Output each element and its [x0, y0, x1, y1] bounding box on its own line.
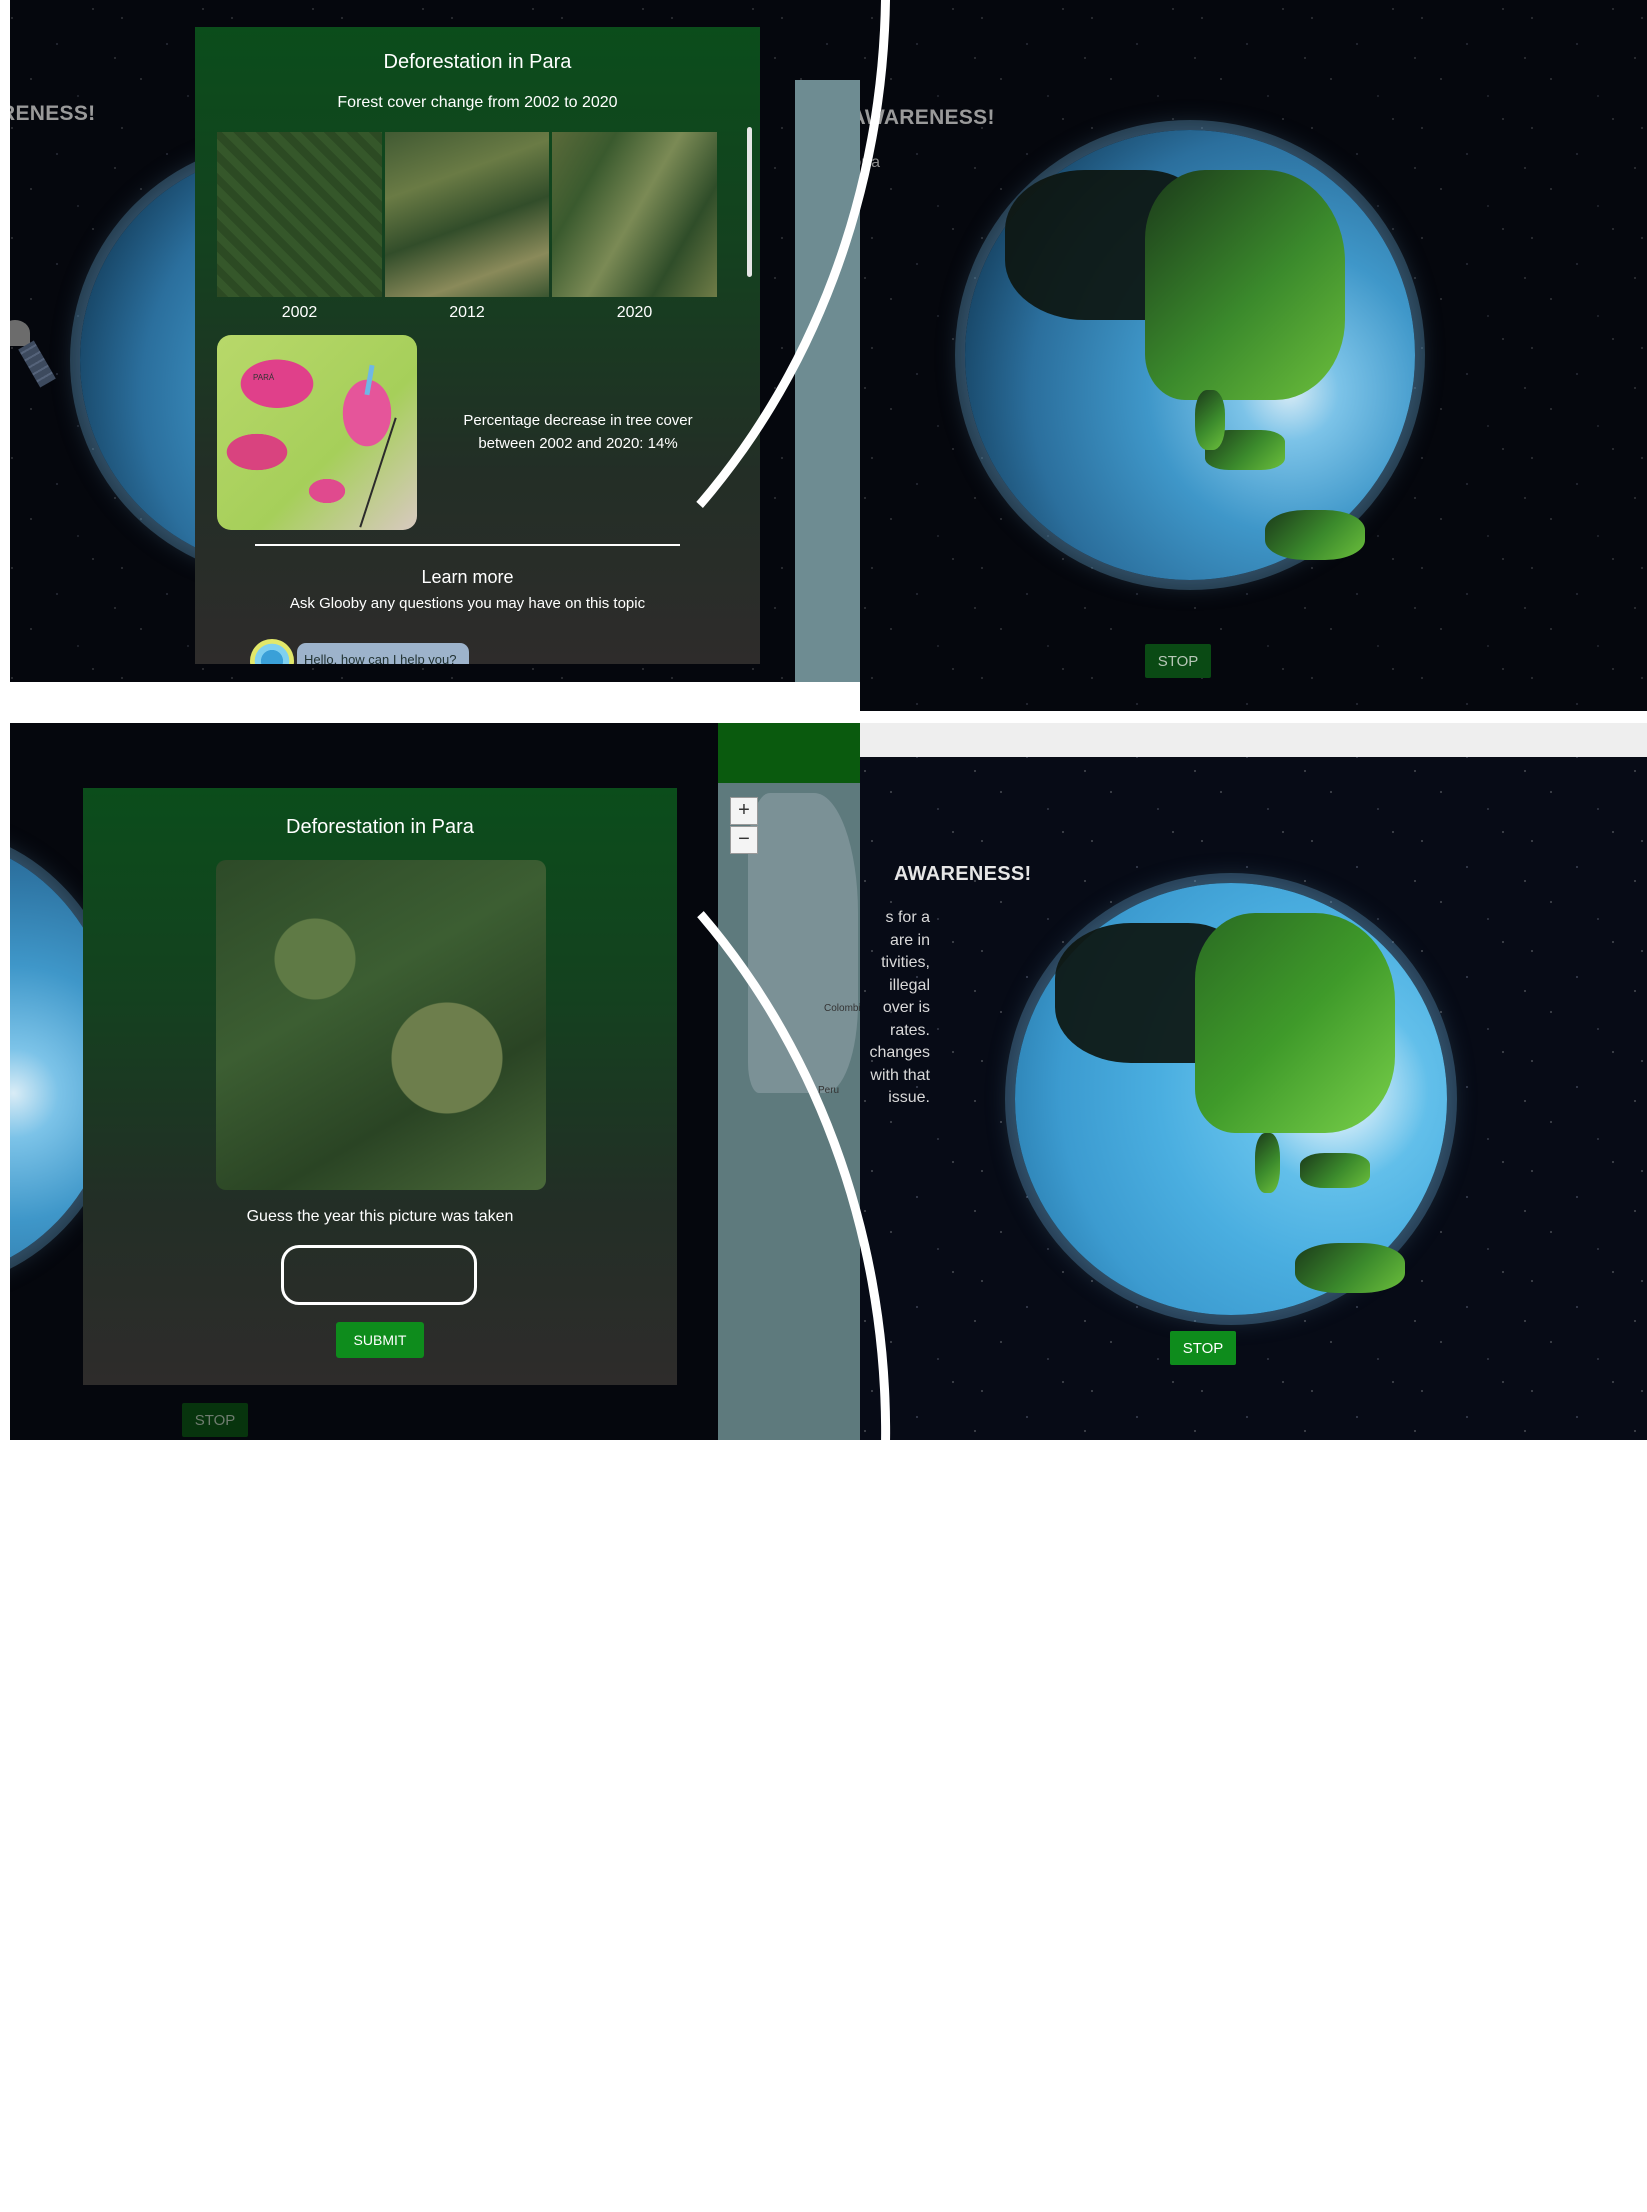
- paragraph-line: over is: [882, 999, 930, 1016]
- stop-button[interactable]: STOP: [1145, 644, 1211, 678]
- land-asia: [1195, 913, 1395, 1133]
- bottom-right-scene: AWARENESS! s for a are in tivities, ille…: [860, 713, 1647, 1440]
- paragraph-line: s for a: [885, 909, 930, 926]
- map-label-colombia: Colombi: [824, 1003, 860, 1014]
- zoom-in-button[interactable]: +: [730, 797, 758, 825]
- land-australia: [1265, 510, 1365, 560]
- land-australia: [1295, 1243, 1405, 1293]
- land-islands: [1300, 1153, 1370, 1188]
- paragraph-line: tivities,: [881, 954, 930, 971]
- map-header-bar: [718, 713, 860, 783]
- zoom-out-button[interactable]: −: [730, 826, 758, 854]
- map-label-peru: Peru: [818, 1085, 840, 1096]
- paragraph-line: with that: [870, 1066, 930, 1084]
- awareness-paragraph: s for a are in tivities, illegal over is…: [860, 907, 931, 1110]
- land-island: [1195, 390, 1225, 450]
- land-island: [1255, 1133, 1280, 1193]
- paragraph-line: changes: [869, 1044, 931, 1061]
- land-asia: [1145, 170, 1345, 400]
- paragraph-line: rates.: [889, 1021, 930, 1039]
- stop-button[interactable]: STOP: [1170, 1331, 1236, 1365]
- headline-fragment: AWARENESS!: [894, 863, 1032, 885]
- paragraph-line: illegal: [889, 976, 930, 994]
- address-bar-strip: [860, 723, 1647, 757]
- paragraph-line: issue.: [888, 1089, 930, 1106]
- earth-globe: [965, 130, 1415, 580]
- paragraph-line: are in: [889, 931, 930, 949]
- top-right-scene: b S OF AWARENESS! llars for a STOP: [860, 0, 1647, 713]
- earth-globe: [1015, 883, 1447, 1315]
